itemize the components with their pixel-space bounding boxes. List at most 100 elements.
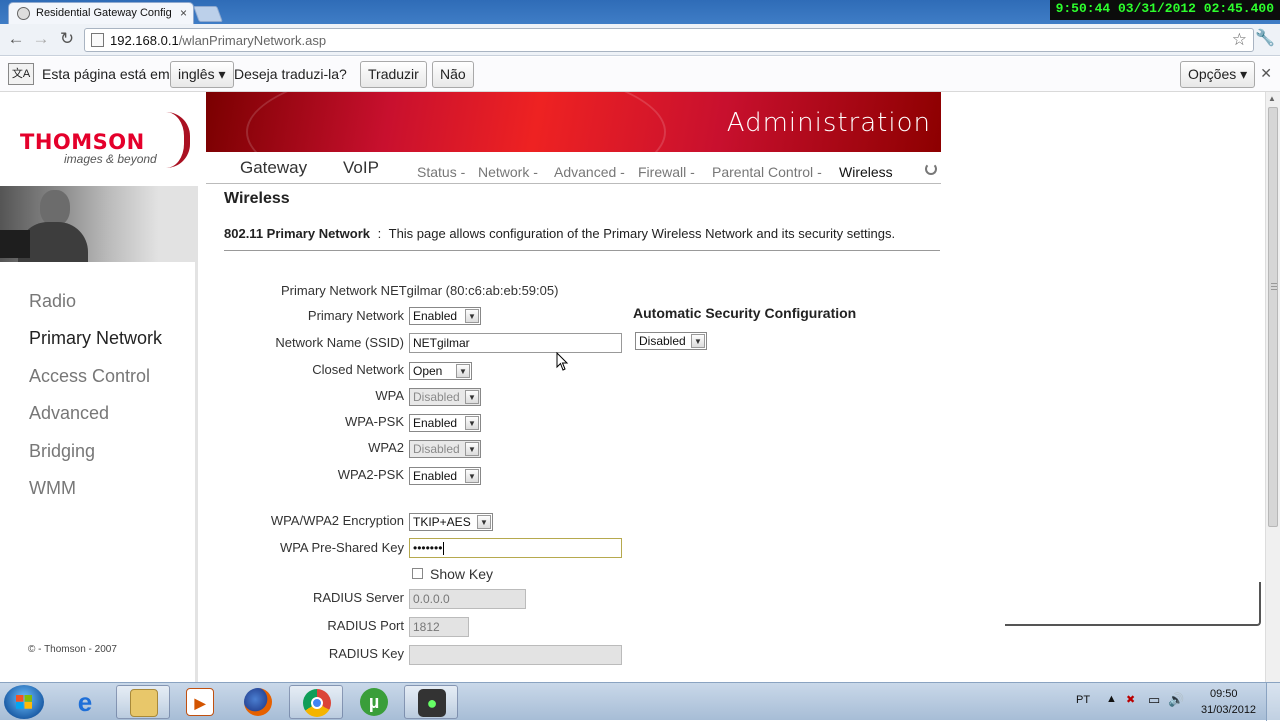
subnav-sep: - bbox=[817, 164, 822, 180]
translate-prefix: Esta página está em bbox=[42, 66, 170, 82]
show-hidden-icons[interactable]: ▲ bbox=[1106, 693, 1117, 705]
nav-voip[interactable]: VoIP bbox=[343, 158, 379, 178]
show-key-label: Show Key bbox=[430, 566, 494, 582]
sidebar-item-advanced[interactable]: Advanced bbox=[29, 403, 109, 424]
subnav-firewall[interactable]: Firewall - bbox=[638, 164, 695, 180]
clock-time[interactable]: 09:50 bbox=[1210, 688, 1238, 700]
auto-security-select[interactable]: Disabled ▼ bbox=[635, 332, 707, 350]
photo-laptop bbox=[0, 230, 30, 258]
subnav-advanced[interactable]: Advanced - bbox=[554, 164, 625, 180]
language-dropdown[interactable]: inglês ▾ bbox=[170, 61, 234, 88]
subnav-sep: - bbox=[620, 164, 625, 180]
radius-key-label: RADIUS Key bbox=[328, 646, 404, 661]
wpa2-value: Disabled bbox=[413, 442, 460, 456]
network-status-icon[interactable]: ✖ bbox=[1126, 693, 1135, 706]
close-infobar-icon[interactable]: ✕ bbox=[1260, 65, 1272, 82]
overlay-outline bbox=[1005, 582, 1261, 626]
wpa2-psk-select[interactable]: Enabled ▼ bbox=[409, 467, 481, 485]
radius-port-input[interactable]: 1812 bbox=[409, 617, 469, 637]
wpa-select[interactable]: Disabled ▼ bbox=[409, 388, 481, 406]
system-tray: PT ▲ ✖ ▭ 🔊 09:50 31/03/2012 bbox=[1070, 683, 1280, 721]
translate-icon: 文A bbox=[8, 63, 34, 85]
sidebar-item-radio[interactable]: Radio bbox=[29, 291, 76, 312]
loading-spinner-icon bbox=[925, 163, 937, 175]
wpa2-select[interactable]: Disabled ▼ bbox=[409, 440, 481, 458]
taskbar-chrome[interactable] bbox=[289, 685, 343, 719]
logo-tagline: images & beyond bbox=[64, 152, 157, 166]
sidebar-item-bridging[interactable]: Bridging bbox=[29, 441, 95, 462]
volume-icon[interactable]: 🔊 bbox=[1168, 692, 1184, 708]
taskbar-internet-explorer[interactable]: e bbox=[58, 685, 112, 719]
subnav-wireless[interactable]: Wireless bbox=[839, 164, 893, 180]
text-caret bbox=[443, 542, 445, 556]
photo-head bbox=[40, 190, 70, 226]
desc-separator: : bbox=[377, 226, 382, 241]
options-label: Opções bbox=[1188, 66, 1237, 82]
nav-gateway[interactable]: Gateway bbox=[240, 158, 307, 178]
psk-input[interactable]: ••••••• bbox=[409, 538, 622, 558]
start-button[interactable] bbox=[4, 685, 44, 719]
subnav-parental-control[interactable]: Parental Control - bbox=[712, 164, 822, 180]
tab-title: Residential Gateway Config bbox=[36, 7, 172, 19]
closed-network-select[interactable]: Open ▼ bbox=[409, 362, 472, 380]
subnav-parental-label: Parental Control bbox=[712, 164, 814, 180]
no-translate-button[interactable]: Não bbox=[432, 61, 474, 88]
url-text[interactable]: 192.168.0.1/wlanPrimaryNetwork.asp bbox=[110, 33, 326, 48]
chevron-down-icon: ▼ bbox=[465, 309, 479, 323]
admin-banner: Administration bbox=[206, 92, 941, 152]
wpa-label: WPA bbox=[375, 388, 404, 403]
clock-date[interactable]: 31/03/2012 bbox=[1201, 704, 1256, 716]
browser-tab[interactable]: Residential Gateway Config × bbox=[8, 2, 194, 24]
reload-icon[interactable]: ↻ bbox=[57, 29, 77, 49]
radius-server-input[interactable]: 0.0.0.0 bbox=[409, 589, 526, 609]
taskbar-firefox[interactable] bbox=[231, 685, 285, 719]
show-key-checkbox[interactable] bbox=[412, 568, 423, 579]
taskbar-utorrent[interactable]: µ bbox=[347, 685, 401, 719]
wrench-menu-icon[interactable]: 🔧 bbox=[1254, 28, 1276, 50]
new-tab-button[interactable] bbox=[193, 6, 223, 22]
subnav-sep: - bbox=[460, 164, 466, 180]
language-indicator[interactable]: PT bbox=[1076, 694, 1090, 706]
monitor-icon[interactable]: ▭ bbox=[1148, 692, 1160, 708]
back-arrow-icon[interactable]: ← bbox=[6, 29, 26, 49]
chrome-icon bbox=[303, 689, 331, 717]
wpa-psk-select[interactable]: Enabled ▼ bbox=[409, 414, 481, 432]
radius-key-input[interactable] bbox=[409, 645, 622, 665]
banner-decoration bbox=[246, 92, 666, 152]
scroll-up-icon[interactable]: ▲ bbox=[1268, 94, 1276, 103]
ssid-label: Network Name (SSID) bbox=[275, 335, 404, 350]
address-bar[interactable]: 192.168.0.1/wlanPrimaryNetwork.asp ☆ bbox=[84, 28, 1254, 52]
language-value: inglês bbox=[178, 66, 215, 82]
encryption-label: WPA/WPA2 Encryption bbox=[270, 513, 404, 528]
subnav-status[interactable]: Status - bbox=[417, 164, 465, 180]
sidebar-item-access-control[interactable]: Access Control bbox=[29, 366, 150, 387]
divider bbox=[224, 250, 940, 251]
auto-security-title: Automatic Security Configuration bbox=[633, 305, 857, 321]
translate-button[interactable]: Traduzir bbox=[360, 61, 427, 88]
sidebar-item-primary-network[interactable]: Primary Network bbox=[29, 328, 162, 349]
subnav-status-label: Status bbox=[417, 164, 457, 180]
chevron-down-icon: ▼ bbox=[465, 390, 479, 404]
close-tab-icon[interactable]: × bbox=[180, 6, 187, 20]
bookmark-star-icon[interactable]: ☆ bbox=[1232, 30, 1247, 50]
sidebar-item-wmm[interactable]: WMM bbox=[29, 478, 76, 499]
top-navigation: Gateway VoIP Status - Network - Advanced… bbox=[206, 152, 941, 184]
forward-arrow-icon[interactable]: → bbox=[31, 29, 51, 49]
taskbar-explorer[interactable] bbox=[116, 685, 170, 719]
vertical-scrollbar[interactable]: ▲ bbox=[1265, 92, 1280, 682]
subnav-network[interactable]: Network - bbox=[478, 164, 538, 180]
firefox-icon bbox=[244, 688, 272, 716]
encryption-select[interactable]: TKIP+AES ▼ bbox=[409, 513, 493, 531]
chevron-down-icon: ▼ bbox=[465, 442, 479, 456]
ssid-input[interactable]: NETgilmar bbox=[409, 333, 622, 353]
options-button[interactable]: Opções ▾ bbox=[1180, 61, 1256, 88]
show-desktop-button[interactable] bbox=[1266, 683, 1280, 721]
taskbar-media-player[interactable]: ▶ bbox=[173, 685, 227, 719]
network-info: Primary Network NETgilmar (80:c6:ab:eb:5… bbox=[281, 283, 559, 298]
camera-recorder-icon: ● bbox=[418, 689, 446, 717]
desc-title: 802.11 Primary Network bbox=[224, 226, 370, 241]
scrollbar-thumb[interactable] bbox=[1268, 107, 1278, 527]
chevron-down-icon: ▼ bbox=[465, 416, 479, 430]
taskbar-recorder[interactable]: ● bbox=[404, 685, 458, 719]
primary-network-select[interactable]: Enabled ▼ bbox=[409, 307, 481, 325]
